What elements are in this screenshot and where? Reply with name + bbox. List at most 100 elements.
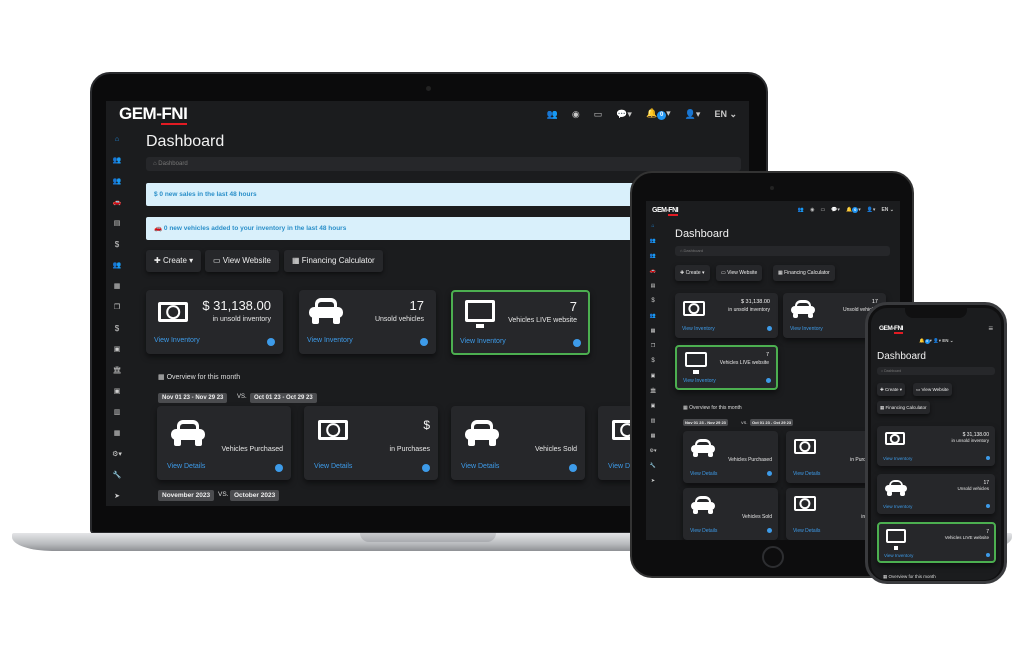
dollar-icon[interactable]: $ bbox=[651, 354, 654, 369]
money-icon[interactable]: ▣ bbox=[114, 381, 121, 402]
create-button[interactable]: ✚ Create ▾ bbox=[675, 265, 710, 281]
monitor-icon[interactable]: ▭ bbox=[820, 207, 825, 213]
view-inventory-link[interactable]: View Inventory bbox=[883, 504, 912, 509]
bar-chart-icon[interactable]: ▥ bbox=[114, 402, 121, 423]
arrow-right-icon[interactable] bbox=[767, 471, 772, 476]
breadcrumb[interactable]: ⌂ Dashboard bbox=[146, 157, 741, 171]
view-inventory-link[interactable]: View Inventory bbox=[460, 338, 506, 345]
arrow-right-icon[interactable] bbox=[766, 378, 771, 383]
arrow-right-icon[interactable] bbox=[986, 553, 990, 557]
language-select[interactable]: EN ⌄ bbox=[714, 109, 737, 120]
calendar-icon[interactable]: ▦ bbox=[651, 324, 656, 339]
copy-icon[interactable]: ❐ bbox=[114, 297, 120, 318]
users-icon[interactable]: 👥 bbox=[650, 234, 656, 249]
chat-icon[interactable]: 💬▾ bbox=[831, 207, 840, 213]
user-menu-icon[interactable]: 👤▾ bbox=[685, 109, 701, 120]
wrench-icon[interactable]: 🔧 bbox=[113, 465, 122, 486]
vs-label: VS. bbox=[237, 394, 247, 400]
create-button[interactable]: ✚ Create ▾ bbox=[877, 383, 906, 396]
gear-icon[interactable]: ⚙▾ bbox=[650, 444, 657, 459]
app-logo[interactable]: GEM-FNI bbox=[879, 324, 903, 334]
view-inventory-link[interactable]: View Inventory bbox=[790, 326, 823, 332]
user-menu-icon[interactable]: 👤▾ bbox=[933, 338, 941, 343]
view-details-link[interactable]: View Details bbox=[690, 528, 717, 534]
monitor-icon[interactable]: ▭ bbox=[594, 109, 603, 120]
arrow-right-icon[interactable] bbox=[767, 528, 772, 533]
dollar-icon[interactable]: $ bbox=[115, 318, 119, 339]
view-inventory-link[interactable]: View Inventory bbox=[883, 456, 912, 461]
bell-icon[interactable]: 🔔 0 ▾ bbox=[919, 338, 932, 344]
breadcrumb[interactable]: ⌂ Dashboard bbox=[877, 367, 995, 375]
id-card-icon[interactable]: ▤ bbox=[114, 213, 121, 234]
dollar-icon[interactable]: $ bbox=[651, 294, 654, 309]
dollar-icon[interactable]: $ bbox=[115, 234, 119, 255]
home-icon[interactable]: ⌂ bbox=[651, 219, 654, 234]
car-icon[interactable]: 🚗 bbox=[113, 192, 122, 213]
app-logo[interactable]: GEM-FNI bbox=[652, 206, 679, 216]
financing-calculator-button[interactable]: ▦ Financing Calculator bbox=[284, 250, 383, 272]
customers-icon[interactable]: 👥 bbox=[113, 171, 122, 192]
view-website-button[interactable]: ▭ View Website bbox=[913, 383, 952, 396]
wrench-icon[interactable]: 🔧 bbox=[650, 459, 656, 474]
view-details-link[interactable]: View Details bbox=[461, 463, 499, 470]
hamburger-menu-icon[interactable]: ≡ bbox=[988, 324, 1001, 333]
users-icon[interactable]: 👥 bbox=[798, 207, 804, 213]
bar-chart-icon[interactable]: ▥ bbox=[651, 414, 656, 429]
copy-icon[interactable]: ❐ bbox=[651, 339, 655, 354]
bell-icon[interactable]: 🔔 0 ▾ bbox=[646, 108, 671, 120]
view-details-link[interactable]: View Details bbox=[793, 528, 820, 534]
rocket-icon[interactable]: ➤ bbox=[114, 486, 120, 506]
view-website-button[interactable]: ▭ View Website bbox=[716, 265, 763, 281]
breadcrumb[interactable]: ⌂ Dashboard bbox=[675, 246, 890, 256]
arrow-right-icon[interactable] bbox=[275, 464, 283, 472]
view-website-button[interactable]: ▭ View Website bbox=[205, 250, 279, 272]
arrow-right-icon[interactable] bbox=[573, 339, 581, 347]
money-icon[interactable]: ▣ bbox=[651, 399, 656, 414]
eye-icon[interactable]: ◉ bbox=[810, 207, 814, 213]
bank-icon[interactable]: 🏛 bbox=[650, 384, 656, 399]
users-icon[interactable]: 👥 bbox=[547, 109, 558, 120]
arrow-right-icon[interactable] bbox=[767, 326, 772, 331]
arrow-right-icon[interactable] bbox=[267, 338, 275, 346]
money-icon[interactable]: ▣ bbox=[114, 339, 121, 360]
language-select[interactable]: EN ⌄ bbox=[881, 207, 894, 213]
view-inventory-link[interactable]: View Inventory bbox=[884, 553, 913, 558]
arrow-right-icon[interactable] bbox=[422, 464, 430, 472]
arrow-right-icon[interactable] bbox=[420, 338, 428, 346]
app-logo[interactable]: GEM-FNI bbox=[119, 104, 188, 125]
view-details-link[interactable]: View Details bbox=[690, 471, 717, 477]
eye-icon[interactable]: ◉ bbox=[572, 109, 580, 120]
view-details-link[interactable]: View Details bbox=[167, 463, 205, 470]
view-inventory-link[interactable]: View Inventory bbox=[683, 378, 716, 384]
id-card-icon[interactable]: ▤ bbox=[651, 279, 656, 294]
chat-icon[interactable]: 💬▾ bbox=[616, 109, 632, 120]
table-icon[interactable]: ▦ bbox=[114, 423, 121, 444]
language-select[interactable]: EN ⌄ bbox=[942, 338, 953, 343]
arrow-right-icon[interactable] bbox=[986, 456, 990, 460]
bell-icon[interactable]: 🔔 0 ▾ bbox=[846, 207, 861, 213]
home-icon[interactable]: ⌂ bbox=[115, 129, 119, 150]
create-button[interactable]: ✚ Create ▾ bbox=[146, 250, 202, 272]
rocket-icon[interactable]: ➤ bbox=[651, 474, 655, 489]
view-inventory-link[interactable]: View Inventory bbox=[682, 326, 715, 332]
money-icon[interactable]: ▣ bbox=[651, 369, 656, 384]
customers-icon[interactable]: 👥 bbox=[650, 249, 656, 264]
financing-calculator-button[interactable]: ▦ Financing Calculator bbox=[773, 265, 835, 281]
table-icon[interactable]: ▦ bbox=[651, 429, 656, 444]
view-inventory-link[interactable]: View Inventory bbox=[307, 337, 353, 344]
view-details-link[interactable]: View Details bbox=[314, 463, 352, 470]
car-icon[interactable]: 🚗 bbox=[650, 264, 656, 279]
gear-icon[interactable]: ⚙▾ bbox=[112, 444, 122, 465]
users-icon[interactable]: 👥 bbox=[113, 150, 122, 171]
arrow-right-icon[interactable] bbox=[569, 464, 577, 472]
view-details-link[interactable]: View Details bbox=[793, 471, 820, 477]
user-menu-icon[interactable]: 👤▾ bbox=[867, 207, 876, 213]
calendar-icon[interactable]: ▦ bbox=[114, 276, 121, 297]
view-details-link[interactable]: View D bbox=[608, 463, 630, 470]
group-icon[interactable]: 👥 bbox=[113, 255, 122, 276]
bank-icon[interactable]: 🏛 bbox=[113, 360, 122, 381]
financing-calculator-button[interactable]: ▦ Financing Calculator bbox=[877, 401, 930, 414]
view-inventory-link[interactable]: View Inventory bbox=[154, 337, 200, 344]
arrow-right-icon[interactable] bbox=[986, 504, 990, 508]
group-icon[interactable]: 👥 bbox=[650, 309, 656, 324]
